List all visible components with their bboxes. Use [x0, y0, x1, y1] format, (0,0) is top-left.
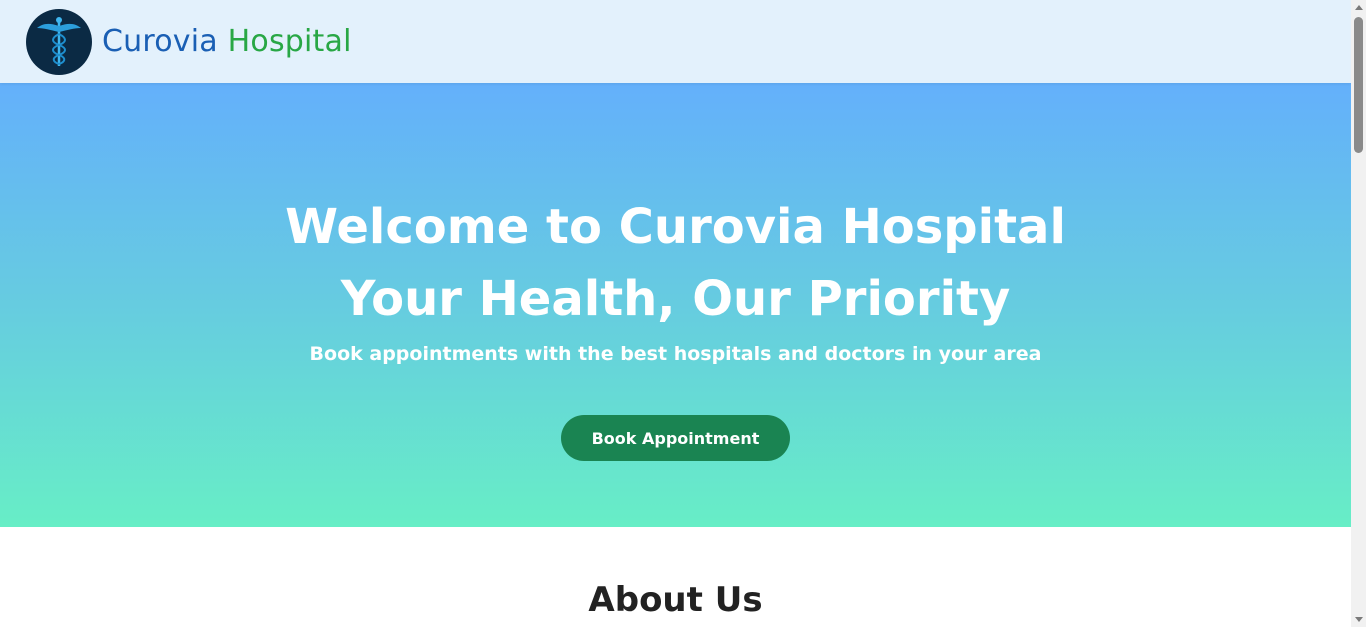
about-section: About Us [0, 527, 1351, 627]
hero-subtitle: Book appointments with the best hospital… [309, 343, 1042, 365]
hero-section: Welcome to Curovia Hospital Your Health,… [0, 83, 1351, 527]
about-heading: About Us [588, 580, 763, 620]
hero-title-line2: Your Health, Our Priority [340, 271, 1011, 327]
brand-secondary: Hospital [227, 23, 352, 59]
site-header: Curovia Hospital [0, 0, 1351, 83]
book-appointment-button[interactable]: Book Appointment [561, 415, 790, 461]
page: Curovia Hospital Welcome to Curovia Hosp… [0, 0, 1351, 627]
scroll-up-arrow-icon[interactable] [1351, 0, 1366, 15]
vertical-scrollbar[interactable] [1351, 0, 1366, 627]
scroll-down-arrow-icon[interactable] [1351, 612, 1366, 627]
brand-primary: Curovia [102, 23, 218, 59]
hero-title-line1: Welcome to Curovia Hospital [285, 199, 1066, 255]
brand-name[interactable]: Curovia Hospital [102, 23, 352, 59]
scrollbar-thumb[interactable] [1354, 17, 1363, 153]
caduceus-icon[interactable] [26, 8, 92, 75]
